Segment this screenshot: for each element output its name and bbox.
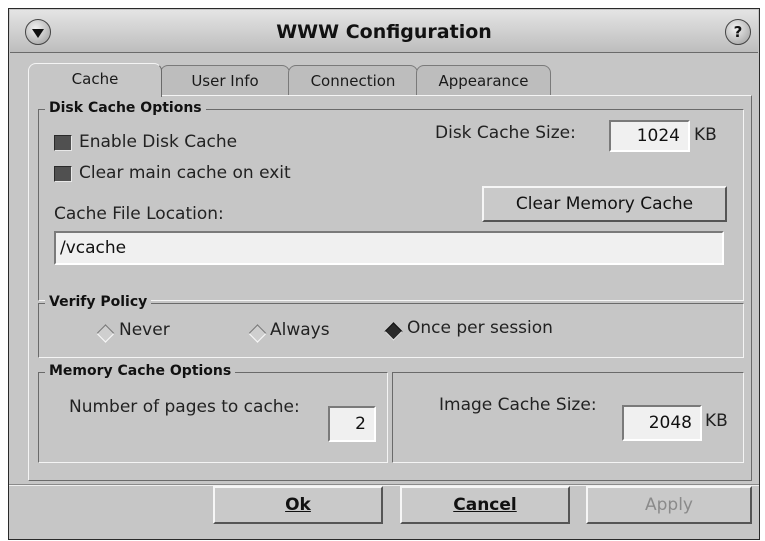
window-title: WWW Configuration: [276, 21, 492, 43]
verify-always-label: Always: [270, 320, 330, 340]
title-bar[interactable]: WWW Configuration ?: [10, 10, 758, 53]
cancel-button[interactable]: Cancel: [400, 486, 570, 524]
image-cache-group: Image Cache Size: 2048 KB: [392, 372, 744, 463]
tab-cache[interactable]: Cache: [28, 63, 162, 97]
tab-user-info[interactable]: User Info: [160, 65, 290, 96]
verify-policy-group: Verify Policy Never Always Once per sess…: [38, 294, 744, 358]
disk-cache-options-group: Disk Cache Options Enable Disk Cache Cle…: [38, 100, 744, 301]
verify-never-label: Never: [119, 320, 170, 340]
disk-cache-size-input[interactable]: 1024: [609, 120, 690, 152]
disk-cache-options-legend: Disk Cache Options: [45, 100, 206, 116]
verify-never-radio[interactable]: [96, 324, 115, 343]
verify-once-per-session-radio[interactable]: [384, 322, 403, 341]
help-button[interactable]: ?: [725, 19, 751, 45]
apply-label: Apply: [645, 495, 693, 515]
image-cache-size-label: Image Cache Size:: [439, 395, 597, 415]
tab-connection[interactable]: Connection: [288, 65, 418, 96]
clear-cache-on-exit-checkbox[interactable]: [54, 166, 72, 182]
tab-label: Cache: [71, 70, 119, 88]
cancel-label: Cancel: [453, 495, 517, 515]
verify-always-radio[interactable]: [248, 324, 267, 343]
cache-file-location-value: /vcache: [60, 238, 127, 258]
clear-cache-on-exit-label: Clear main cache on exit: [79, 163, 291, 183]
cache-file-location-input[interactable]: /vcache: [54, 231, 724, 265]
verify-once-per-session-label: Once per session: [407, 318, 553, 338]
cache-tab-panel: Disk Cache Options Enable Disk Cache Cle…: [28, 95, 752, 481]
pages-to-cache-input[interactable]: 2: [328, 406, 376, 442]
tab-label: User Info: [191, 72, 259, 90]
memory-cache-pages-group: Memory Cache Options Number of pages to …: [38, 363, 388, 463]
pages-to-cache-value: 2: [355, 414, 366, 434]
clear-memory-cache-label: Clear Memory Cache: [515, 194, 694, 214]
ok-label: Ok: [285, 495, 311, 515]
clear-memory-cache-button[interactable]: Clear Memory Cache: [482, 186, 727, 222]
memory-cache-options-legend: Memory Cache Options: [45, 363, 236, 379]
disk-cache-size-label: Disk Cache Size:: [435, 123, 576, 143]
question-mark-icon: ?: [733, 23, 743, 41]
enable-disk-cache-label: Enable Disk Cache: [79, 132, 238, 152]
disk-cache-size-value: 1024: [636, 126, 680, 146]
enable-disk-cache-checkbox[interactable]: [54, 135, 72, 151]
cache-file-location-label: Cache File Location:: [54, 204, 224, 224]
ok-button[interactable]: Ok: [213, 486, 383, 524]
image-cache-size-value: 2048: [648, 413, 692, 433]
tab-label: Appearance: [438, 72, 529, 90]
disk-cache-size-unit: KB: [694, 125, 717, 145]
image-cache-size-input[interactable]: 2048: [622, 405, 702, 441]
www-configuration-window: WWW Configuration ? Cache User Info Conn…: [8, 8, 760, 540]
verify-policy-legend: Verify Policy: [45, 294, 152, 310]
apply-button[interactable]: Apply: [586, 486, 752, 524]
tab-label: Connection: [310, 72, 396, 90]
pages-to-cache-label: Number of pages to cache:: [69, 397, 300, 417]
tab-appearance[interactable]: Appearance: [416, 65, 551, 96]
image-cache-size-unit: KB: [705, 411, 728, 431]
